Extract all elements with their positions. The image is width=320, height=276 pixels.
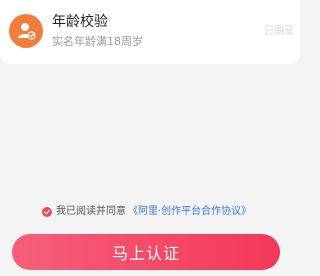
check-icon [43, 209, 51, 215]
status-label: 已满足 [264, 26, 294, 37]
agreement-row: 我已阅读并同意 《阿里·创作平台合作协议》 [42, 205, 251, 219]
card-subtitle: 实名年龄满18周岁 [52, 35, 143, 48]
card-title: 年龄校验 [52, 14, 108, 30]
user-check-icon [9, 14, 43, 48]
age-verification-card: 年龄校验 实名年龄满18周岁 已满足 [0, 0, 300, 64]
verify-now-button[interactable]: 马上认证 [12, 234, 280, 270]
agreement-checkbox[interactable] [42, 207, 52, 217]
agreement-text: 我已阅读并同意 [56, 206, 126, 217]
agreement-link[interactable]: 《阿里·创作平台合作协议》 [128, 205, 251, 219]
